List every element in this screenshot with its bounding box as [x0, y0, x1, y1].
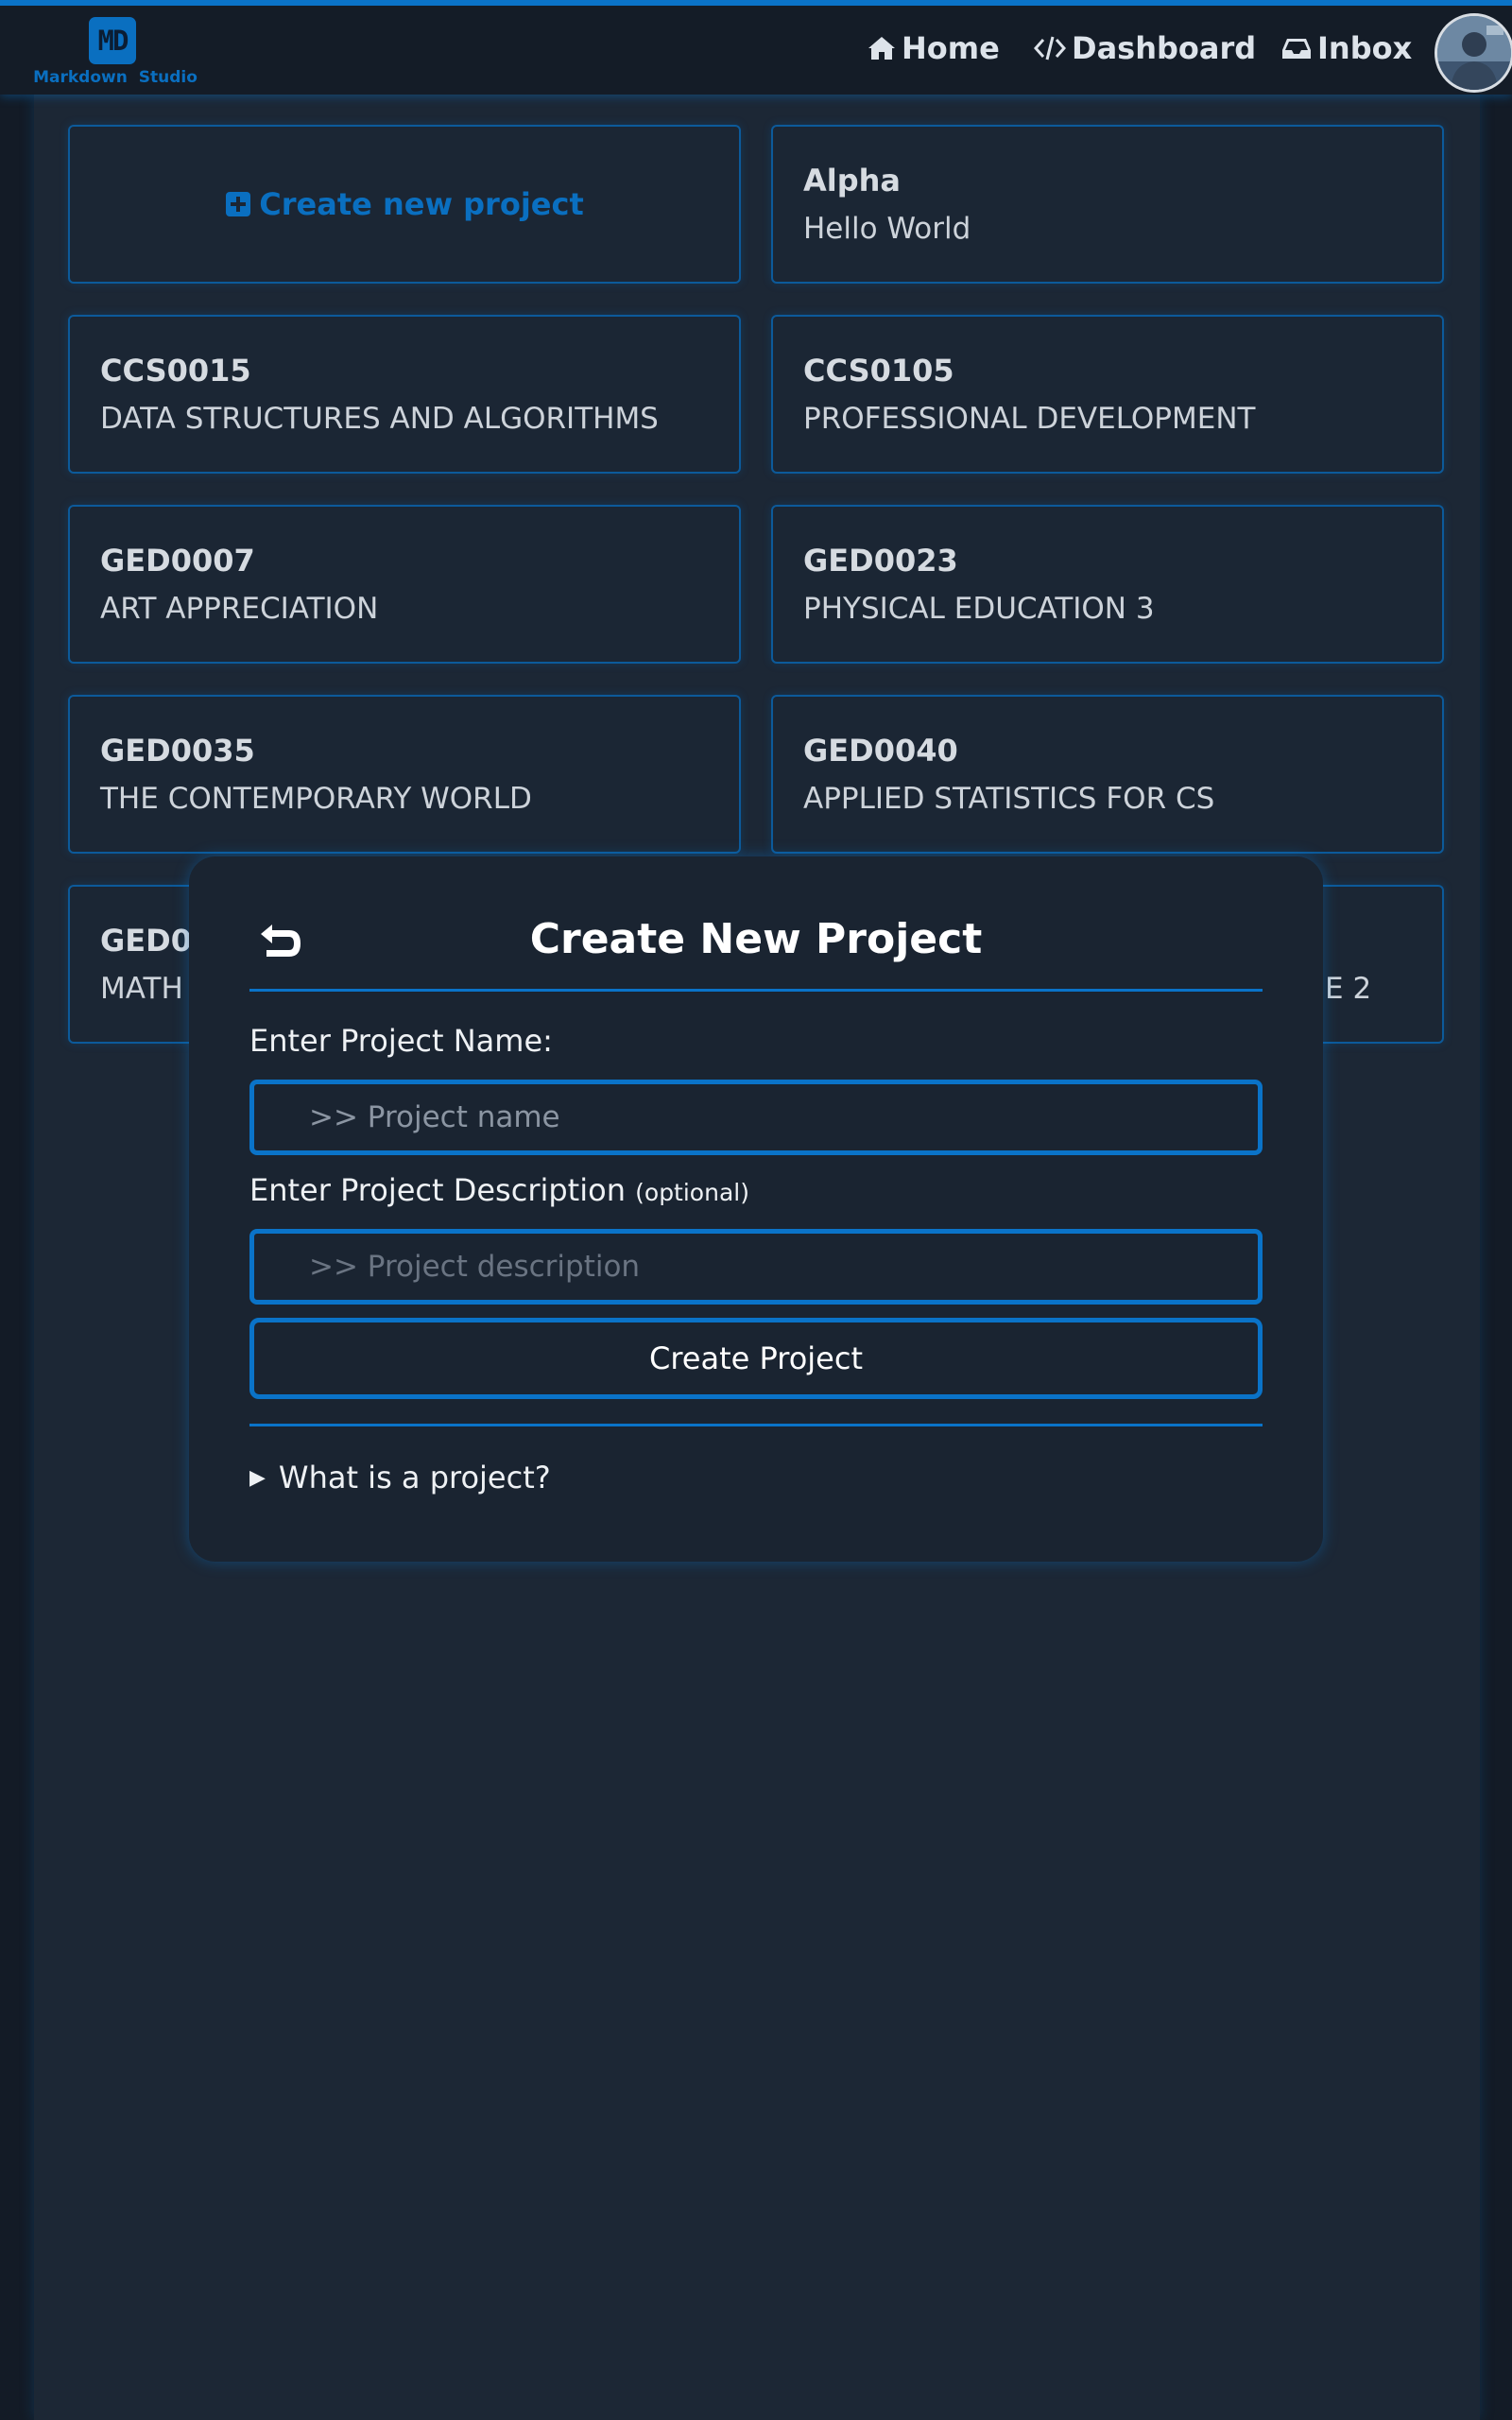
project-name: ART APPRECIATION [100, 592, 379, 626]
nav-home-label: Home [902, 30, 1000, 66]
nav-home-link[interactable]: Home [868, 30, 1000, 66]
project-description-label: Enter Project Description (optional) [249, 1172, 749, 1208]
what-is-project-details[interactable]: ▶ What is a project? [249, 1460, 551, 1495]
inbox-icon [1282, 39, 1311, 59]
project-code: CCS0105 [803, 353, 954, 389]
app-name: Markdown Studio [33, 68, 198, 87]
top-navbar: MD Markdown Studio Home Dashboard Inbox [0, 0, 1512, 95]
project-name: PROFESSIONAL DEVELOPMENT [803, 402, 1256, 436]
project-card[interactable]: Alpha Hello World [771, 125, 1444, 284]
home-icon [868, 37, 895, 60]
project-name-label: Enter Project Name: [249, 1023, 553, 1059]
title-divider [249, 989, 1263, 992]
md-logo-icon: MD [89, 17, 136, 64]
project-name: PHYSICAL EDUCATION 3 [803, 592, 1155, 626]
project-code: GED0023 [803, 543, 958, 579]
project-code: GED0007 [100, 543, 255, 579]
modal-title: Create New Project [529, 915, 983, 963]
nav-inbox-link[interactable]: Inbox [1281, 30, 1412, 66]
description-label-text: Enter Project Description [249, 1172, 626, 1208]
project-card[interactable]: GED0007 ART APPRECIATION [68, 505, 741, 664]
project-code: Alpha [803, 163, 902, 199]
project-card[interactable]: CCS0015 DATA STRUCTURES AND ALGORITHMS [68, 315, 741, 474]
nav-inbox-label: Inbox [1317, 30, 1413, 66]
create-project-label: Create new project [259, 186, 584, 222]
nav-dashboard-link[interactable]: Dashboard [1034, 30, 1256, 66]
optional-hint: (optional) [635, 1179, 749, 1206]
project-name: E 2 [1325, 972, 1372, 1006]
create-project-card[interactable]: Create new project [68, 125, 741, 284]
project-card[interactable]: GED0040 APPLIED STATISTICS FOR CS [771, 695, 1444, 854]
project-card[interactable]: GED0023 PHYSICAL EDUCATION 3 [771, 505, 1444, 664]
nav-dashboard-label: Dashboard [1072, 30, 1257, 66]
project-name: Hello World [803, 212, 971, 246]
project-name: APPLIED STATISTICS FOR CS [803, 782, 1215, 816]
app-logo[interactable]: MD Markdown Studio [32, 11, 198, 93]
avatar[interactable] [1435, 13, 1512, 93]
project-code: CCS0015 [100, 353, 251, 389]
project-name: DATA STRUCTURES AND ALGORITHMS [100, 402, 659, 436]
user-photo [1437, 16, 1511, 90]
details-summary-label: What is a project? [278, 1460, 551, 1495]
project-code: GED0035 [100, 733, 255, 769]
create-project-button[interactable]: Create Project [249, 1318, 1263, 1399]
project-name: MATH [100, 972, 183, 1006]
create-project-link[interactable]: Create new project [225, 186, 584, 222]
project-name-input[interactable] [249, 1080, 1263, 1155]
create-project-modal: Create New Project Enter Project Name: E… [189, 856, 1323, 1562]
project-code: GED0 [100, 923, 192, 959]
project-name: THE CONTEMPORARY WORLD [100, 782, 532, 816]
code-icon [1034, 36, 1066, 60]
disclosure-triangle-icon: ▶ [249, 1465, 266, 1490]
project-description-input[interactable] [249, 1229, 1263, 1305]
plus-square-icon [226, 192, 251, 216]
project-code: GED0040 [803, 733, 958, 769]
details-divider [249, 1424, 1263, 1426]
project-card[interactable]: CCS0105 PROFESSIONAL DEVELOPMENT [771, 315, 1444, 474]
project-card[interactable]: GED0035 THE CONTEMPORARY WORLD [68, 695, 741, 854]
